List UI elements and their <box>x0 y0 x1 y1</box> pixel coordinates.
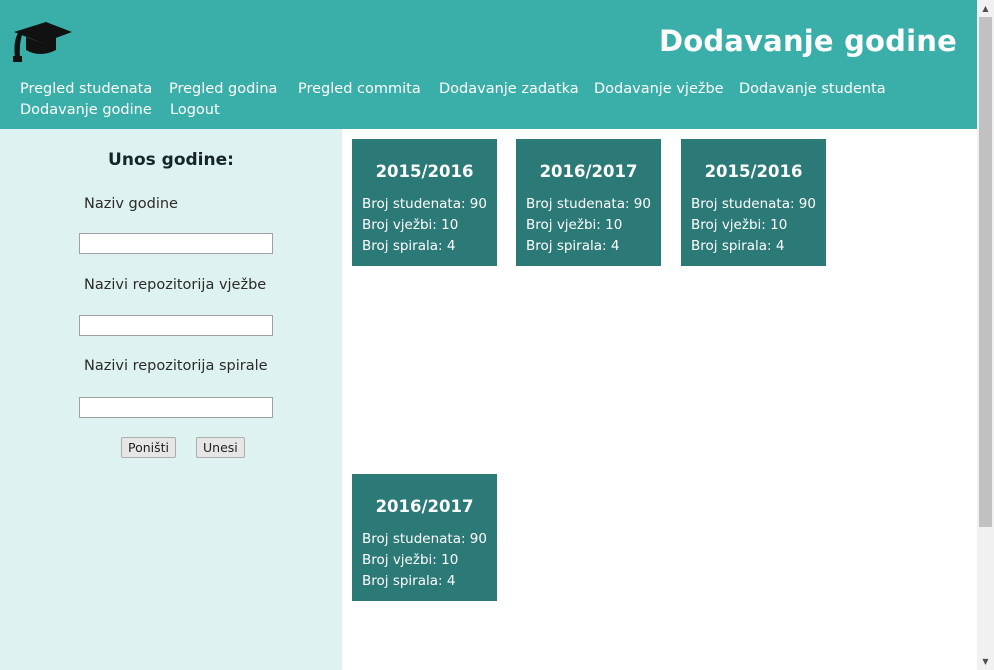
nav-pregled-godina[interactable]: Pregled godina <box>169 79 277 99</box>
spiral-count: Broj spirala: 4 <box>691 238 785 254</box>
spiral-count: Broj spirala: 4 <box>526 238 620 254</box>
repozitorija-vjezbe-input[interactable] <box>79 315 273 336</box>
exercise-count: Broj vježbi: 10 <box>691 217 788 233</box>
spiral-count: Broj spirala: 4 <box>362 238 456 254</box>
repozitorija-spirale-input[interactable] <box>79 397 273 418</box>
header: Dodavanje godine Pregled studenata Pregl… <box>0 0 977 129</box>
nav-dodavanje-studenta[interactable]: Dodavanje studenta <box>739 79 886 99</box>
spiral-count: Broj spirala: 4 <box>362 573 456 589</box>
year-card-title: 2015/2016 <box>375 162 474 181</box>
graduation-cap-icon <box>13 22 72 62</box>
repozitorija-vjezbe-label: Nazivi repozitorija vježbe <box>84 277 267 293</box>
year-card-title: 2016/2017 <box>375 497 474 516</box>
year-card[interactable]: 2015/2016 Broj studenata: 90 Broj vježbi… <box>681 139 826 266</box>
nav-logout[interactable]: Logout <box>170 100 220 120</box>
scroll-up-icon[interactable]: ▲ <box>977 0 994 17</box>
year-card-title: 2016/2017 <box>539 162 638 181</box>
student-count: Broj studenata: 90 <box>362 531 487 547</box>
year-card[interactable]: 2015/2016 Broj studenata: 90 Broj vježbi… <box>352 139 497 266</box>
student-count: Broj studenata: 90 <box>691 196 816 212</box>
page-title: Dodavanje godine <box>658 24 957 58</box>
year-card[interactable]: 2016/2017 Broj studenata: 90 Broj vježbi… <box>352 474 497 601</box>
student-count: Broj studenata: 90 <box>526 196 651 212</box>
nav-pregled-studenata[interactable]: Pregled studenata <box>20 79 152 99</box>
scrollbar-thumb[interactable] <box>979 17 992 527</box>
exercise-count: Broj vježbi: 10 <box>362 552 459 568</box>
nav-pregled-commita[interactable]: Pregled commita <box>298 79 421 99</box>
nav-dodavanje-vjezbe[interactable]: Dodavanje vježbe <box>594 79 724 99</box>
naziv-godine-label: Naziv godine <box>84 196 178 212</box>
exercise-count: Broj vježbi: 10 <box>362 217 459 233</box>
vertical-scrollbar[interactable]: ▲ ▼ <box>977 0 994 670</box>
naziv-godine-input[interactable] <box>79 233 273 254</box>
nav-dodavanje-godine[interactable]: Dodavanje godine <box>20 100 152 120</box>
year-form-panel: Unos godine: Naziv godine Nazivi repozit… <box>0 129 342 670</box>
year-card-title: 2015/2016 <box>704 162 803 181</box>
scroll-down-icon[interactable]: ▼ <box>977 653 994 670</box>
form-title: Unos godine: <box>108 150 234 170</box>
year-card[interactable]: 2016/2017 Broj studenata: 90 Broj vježbi… <box>516 139 661 266</box>
nav-dodavanje-zadatka[interactable]: Dodavanje zadatka <box>439 79 579 99</box>
student-count: Broj studenata: 90 <box>362 196 487 212</box>
exercise-count: Broj vježbi: 10 <box>526 217 623 233</box>
repozitorija-spirale-label: Nazivi repozitorija spirale <box>84 358 268 374</box>
submit-button[interactable]: Unesi <box>196 437 245 458</box>
reset-button[interactable]: Poništi <box>121 437 177 458</box>
